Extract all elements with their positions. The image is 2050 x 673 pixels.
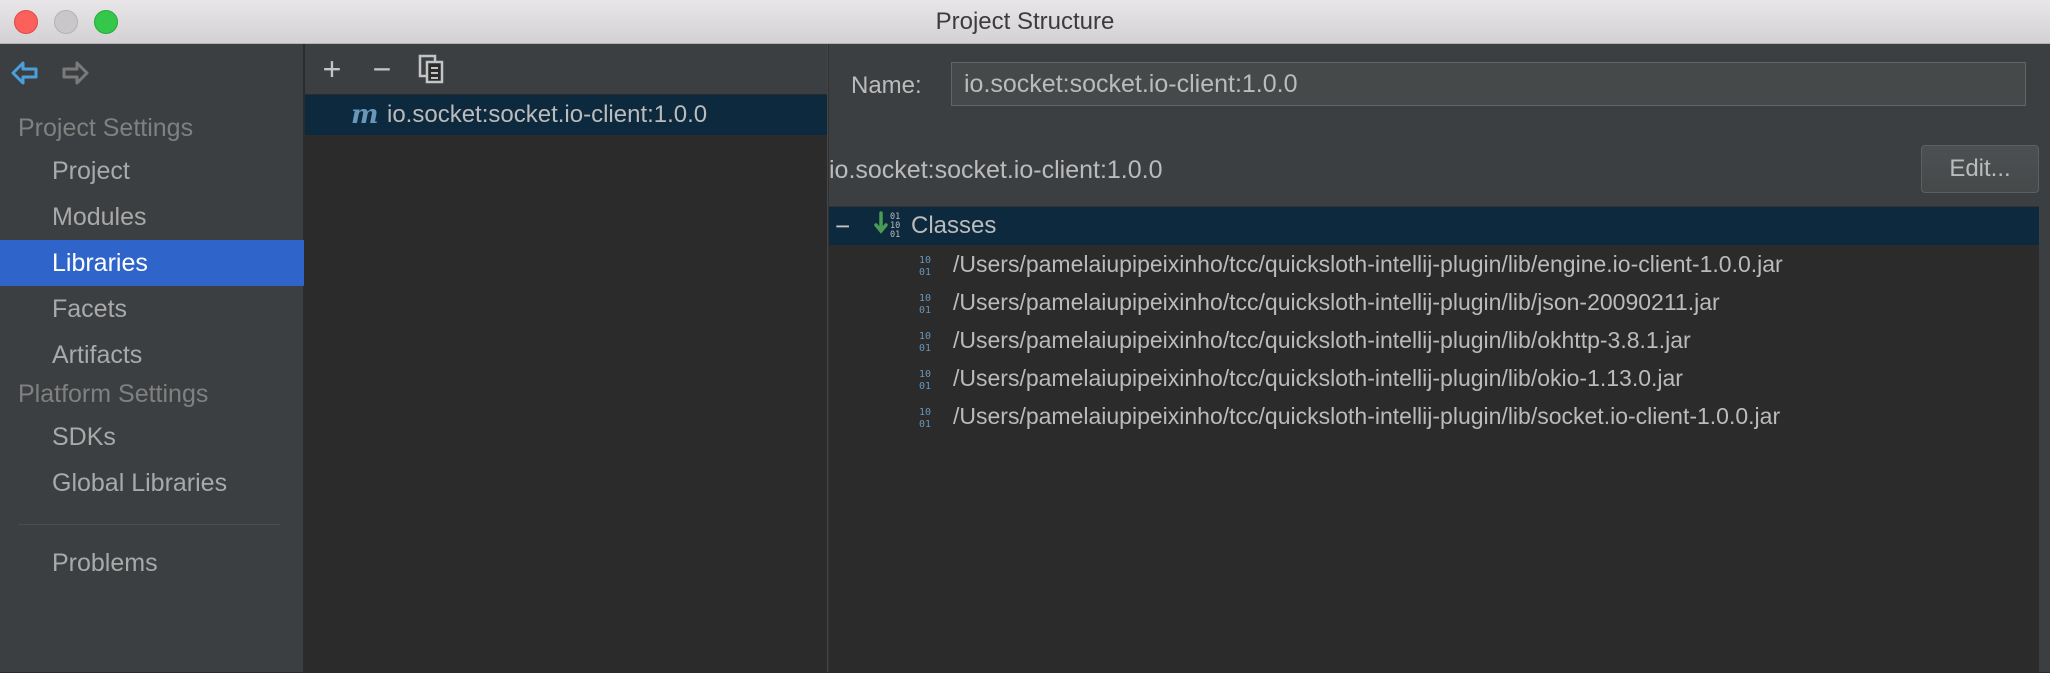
tree-node-label: Classes	[911, 212, 997, 239]
add-icon[interactable]: +	[315, 52, 349, 86]
svg-text:01: 01	[919, 343, 931, 354]
tree-item-jar[interactable]: 10 01 /Users/pamelaiupipeixinho/tcc/quic…	[829, 245, 2050, 283]
tree-item-jar[interactable]: 10 01 /Users/pamelaiupipeixinho/tcc/quic…	[829, 359, 2050, 397]
svg-text:01: 01	[890, 230, 900, 240]
title-bar: Project Structure	[0, 0, 2050, 44]
svg-text:01: 01	[919, 267, 931, 278]
list-item[interactable]: m io.socket:socket.io-client:1.0.0	[305, 95, 827, 135]
sidebar-item-libraries[interactable]: Libraries	[0, 240, 304, 286]
tree-item-jar[interactable]: 10 01 /Users/pamelaiupipeixinho/tcc/quic…	[829, 321, 2050, 359]
jar-binary-icon: 10 01	[919, 331, 931, 354]
classes-root-icon: 01 10 01	[874, 211, 900, 240]
list-toolbar: + −	[305, 44, 827, 94]
sidebar-item-sdks[interactable]: SDKs	[0, 414, 304, 460]
tree-item-jar[interactable]: 10 01 /Users/pamelaiupipeixinho/tcc/quic…	[829, 283, 2050, 321]
svg-text:01: 01	[919, 305, 931, 316]
sidebar-item-global-libraries[interactable]: Global Libraries	[0, 460, 304, 506]
platform-settings-header: Platform Settings	[18, 380, 209, 408]
jar-path: /Users/pamelaiupipeixinho/tcc/quicksloth…	[953, 289, 1720, 315]
jar-path: /Users/pamelaiupipeixinho/tcc/quicksloth…	[953, 327, 1691, 353]
forward-arrow-icon[interactable]	[60, 58, 90, 88]
copy-icon[interactable]	[415, 52, 449, 86]
name-label: Name:	[851, 72, 922, 99]
library-list-panel: + − m io.socket:socket.io-client:1.0.0	[305, 44, 827, 672]
library-title: io.socket:socket.io-client:1.0.0	[829, 156, 1163, 184]
jar-binary-icon: 10 01	[919, 369, 931, 392]
edit-button[interactable]: Edit...	[1921, 145, 2039, 193]
jar-path: /Users/pamelaiupipeixinho/tcc/quicksloth…	[953, 365, 1683, 391]
sidebar: Project Settings Project Modules Librari…	[0, 44, 304, 672]
remove-icon[interactable]: −	[365, 52, 399, 86]
sidebar-item-modules[interactable]: Modules	[0, 194, 304, 240]
jar-path: /Users/pamelaiupipeixinho/tcc/quicksloth…	[953, 251, 1783, 277]
library-detail-panel: Name: io.socket:socket.io-client:1.0.0 E…	[829, 44, 2050, 673]
maven-library-icon: m	[351, 100, 379, 130]
tree-node-classes[interactable]: − 01 10 01 Classes	[829, 207, 2050, 245]
name-field[interactable]	[951, 62, 2026, 106]
window-title: Project Structure	[935, 8, 1115, 35]
jar-binary-icon: 10 01	[919, 293, 931, 316]
library-list-label: io.socket:socket.io-client:1.0.0	[387, 101, 708, 128]
back-arrow-icon[interactable]	[10, 58, 40, 88]
svg-text:10: 10	[919, 255, 931, 266]
tree-item-jar[interactable]: 10 01 /Users/pamelaiupipeixinho/tcc/quic…	[829, 397, 2050, 435]
svg-text:10: 10	[919, 369, 931, 380]
sidebar-item-facets[interactable]: Facets	[0, 286, 304, 332]
sidebar-item-problems[interactable]: Problems	[0, 540, 304, 586]
collapse-toggle[interactable]: −	[835, 207, 850, 245]
sidebar-divider	[18, 524, 280, 525]
jar-path: /Users/pamelaiupipeixinho/tcc/quicksloth…	[953, 403, 1781, 429]
jar-binary-icon: 10 01	[919, 407, 931, 430]
sidebar-item-project[interactable]: Project	[0, 148, 304, 194]
svg-text:10: 10	[919, 293, 931, 304]
svg-text:01: 01	[919, 381, 931, 392]
svg-text:10: 10	[919, 407, 931, 418]
svg-text:10: 10	[919, 331, 931, 342]
project-settings-header: Project Settings	[18, 114, 194, 142]
vertical-scrollbar[interactable]	[2039, 44, 2050, 672]
jar-binary-icon: 10 01	[919, 255, 931, 278]
sidebar-item-artifacts[interactable]: Artifacts	[0, 332, 304, 378]
library-roots-tree: − 01 10 01 Classes 10 01 /Users/pamelaiu…	[829, 206, 2050, 673]
svg-text:01: 01	[919, 419, 931, 430]
